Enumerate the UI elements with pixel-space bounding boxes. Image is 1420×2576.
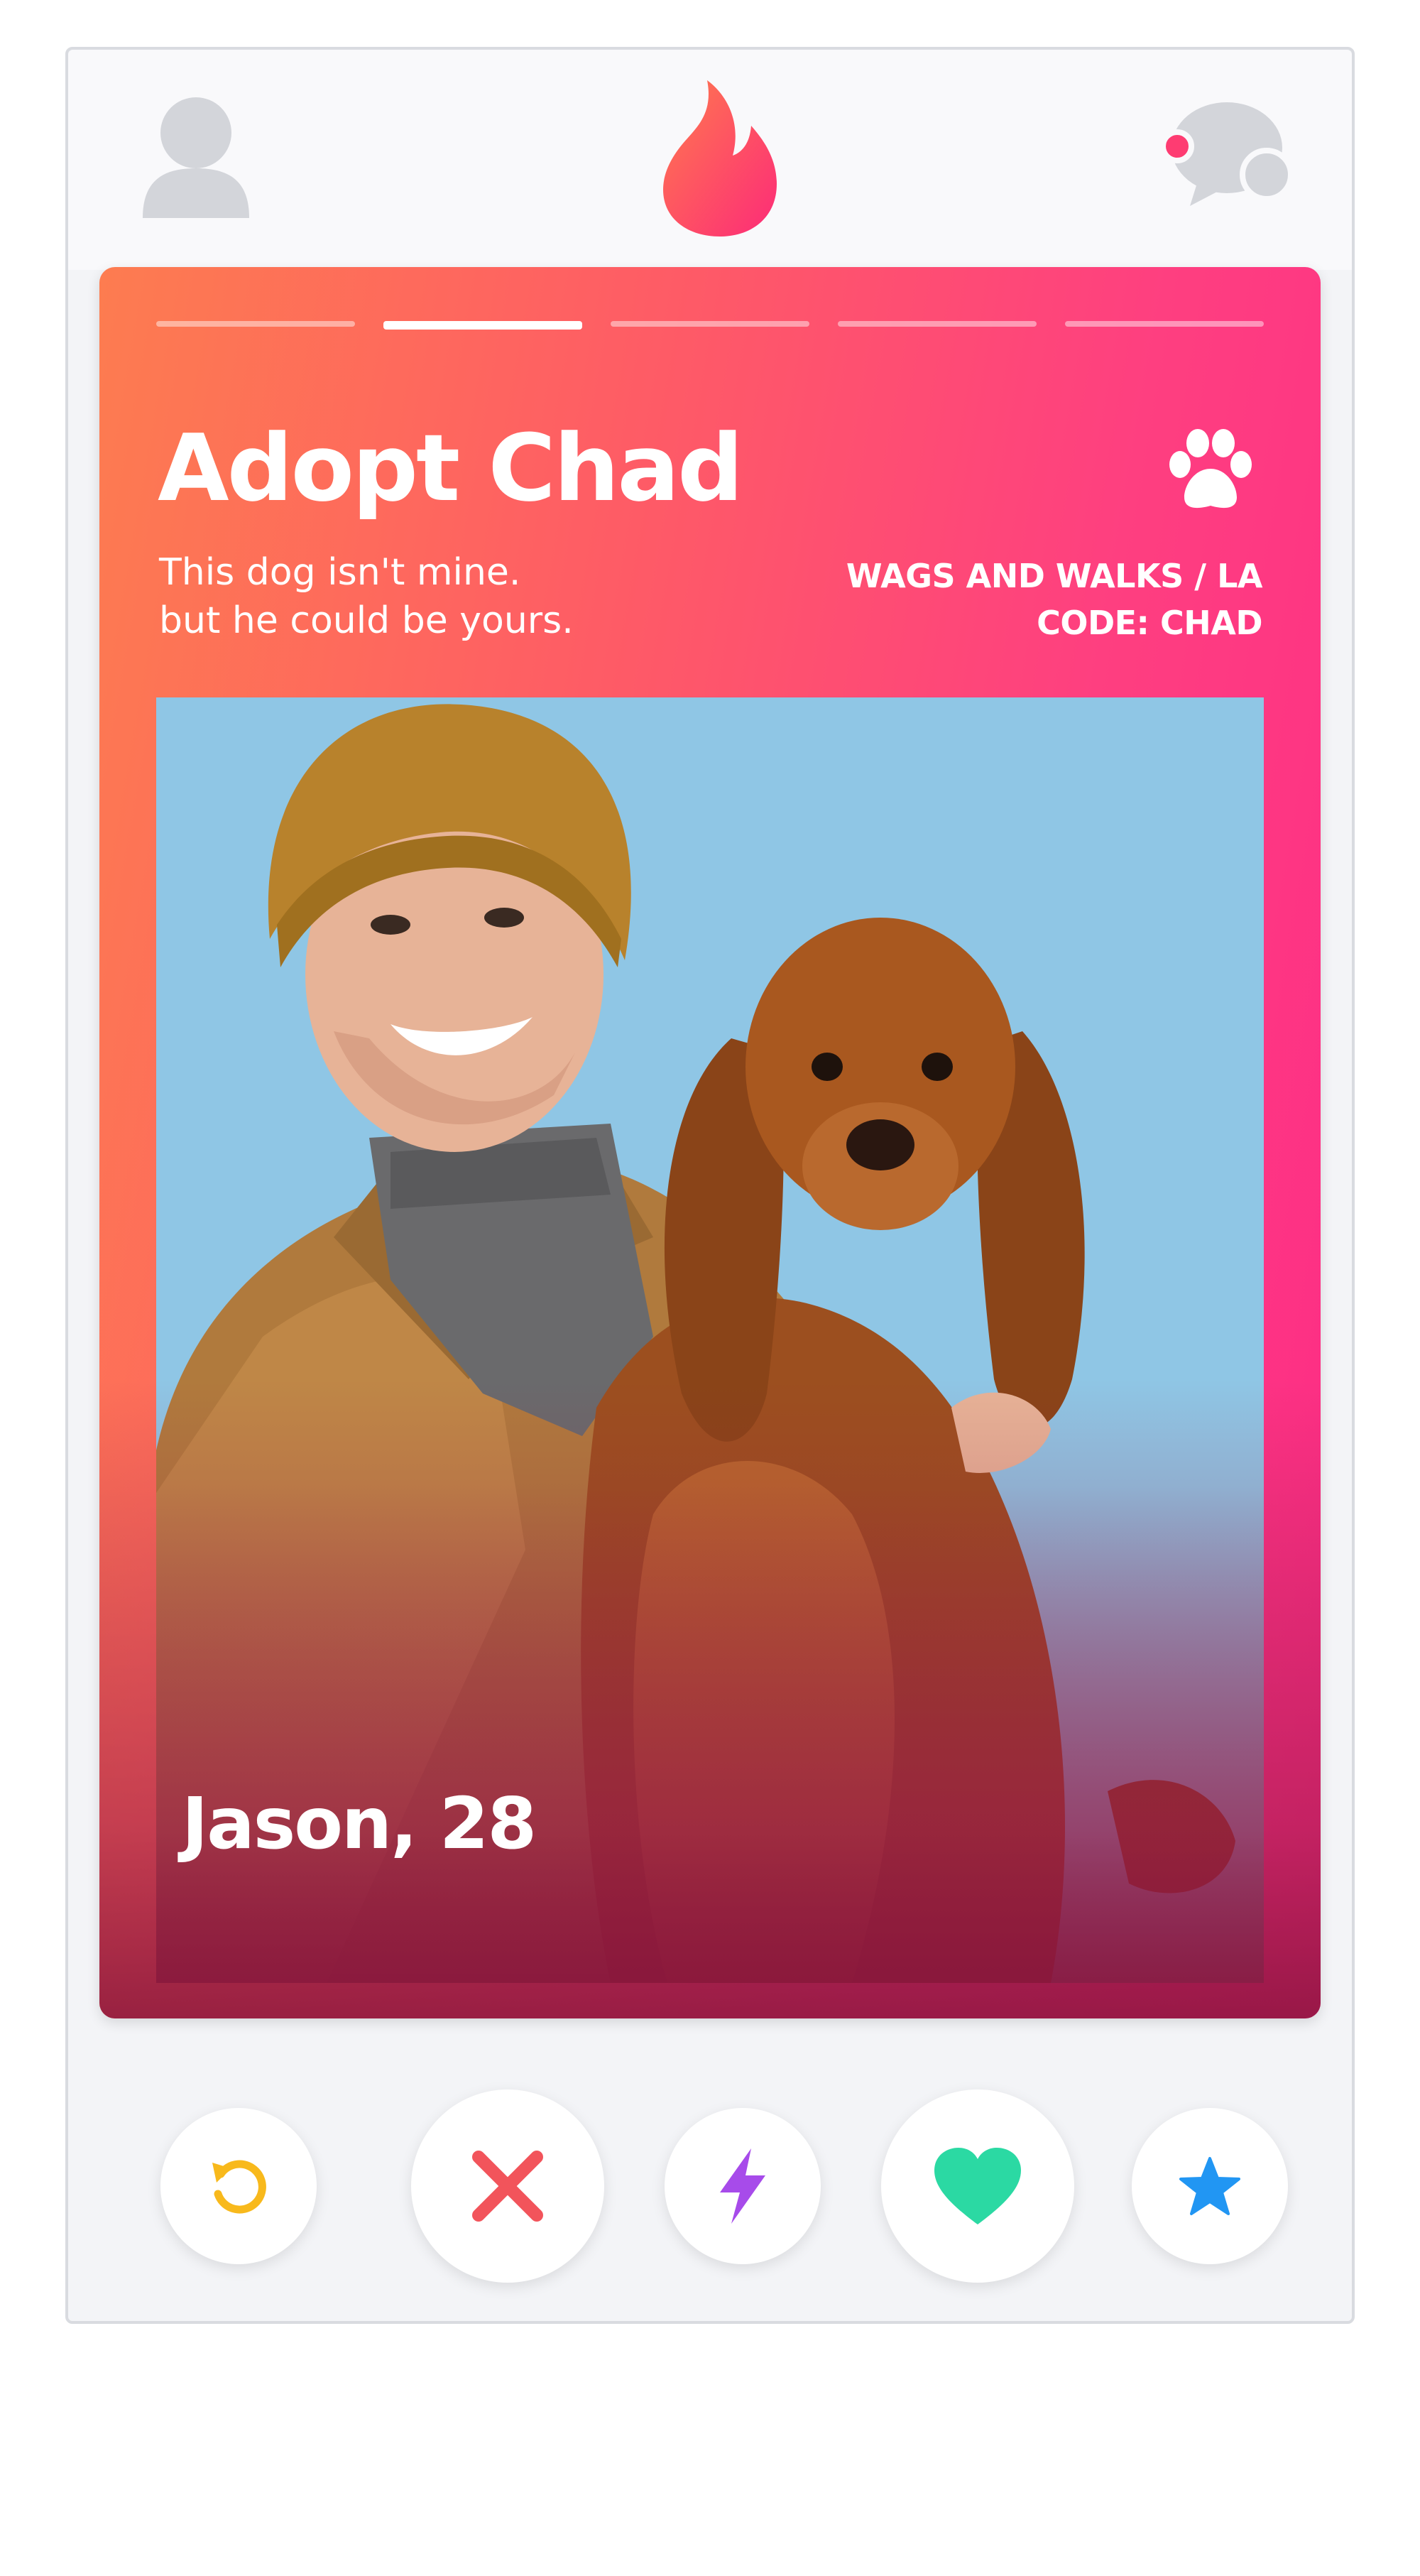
flame-logo-icon[interactable]	[657, 75, 782, 238]
photo-bottom-gradient	[156, 1486, 1264, 1983]
progress-segment-active	[383, 321, 582, 330]
progress-segment	[838, 321, 1037, 327]
organization-name: WAGS AND WALKS / LA	[846, 557, 1263, 595]
notification-dot-icon	[1160, 129, 1194, 163]
heart-icon	[934, 2148, 1021, 2224]
card-title: Adopt Chad	[158, 414, 743, 522]
photo-progress-indicator	[156, 321, 1264, 330]
super-like-button[interactable]	[1132, 2108, 1288, 2264]
progress-segment	[1065, 321, 1264, 327]
progress-segment	[611, 321, 809, 327]
paw-icon	[1164, 428, 1257, 513]
chat-icon[interactable]	[1154, 92, 1296, 213]
profile-name-age: Jason, 28	[182, 1782, 537, 1865]
app-frame: Adopt Chad This dog isn't mine. but he c…	[65, 47, 1355, 2324]
profile-icon[interactable]	[136, 89, 256, 224]
boost-button[interactable]	[665, 2108, 821, 2264]
top-navigation-bar	[68, 50, 1352, 270]
profile-card[interactable]: Adopt Chad This dog isn't mine. but he c…	[99, 267, 1321, 2018]
like-button[interactable]	[881, 2089, 1074, 2283]
action-buttons-bar	[68, 2067, 1352, 2283]
progress-segment	[156, 321, 355, 327]
close-x-icon	[472, 2151, 543, 2222]
star-icon	[1179, 2157, 1240, 2215]
rewind-button[interactable]	[160, 2108, 317, 2264]
card-subtitle: This dog isn't mine. but he could be you…	[159, 551, 574, 642]
adoption-code: CODE: CHAD	[1037, 604, 1262, 642]
rewind-icon	[212, 2160, 266, 2214]
nope-button[interactable]	[411, 2089, 604, 2283]
lightning-bolt-icon	[720, 2148, 765, 2224]
organization-info: WAGS AND WALKS / LA CODE: CHAD	[846, 553, 1263, 646]
